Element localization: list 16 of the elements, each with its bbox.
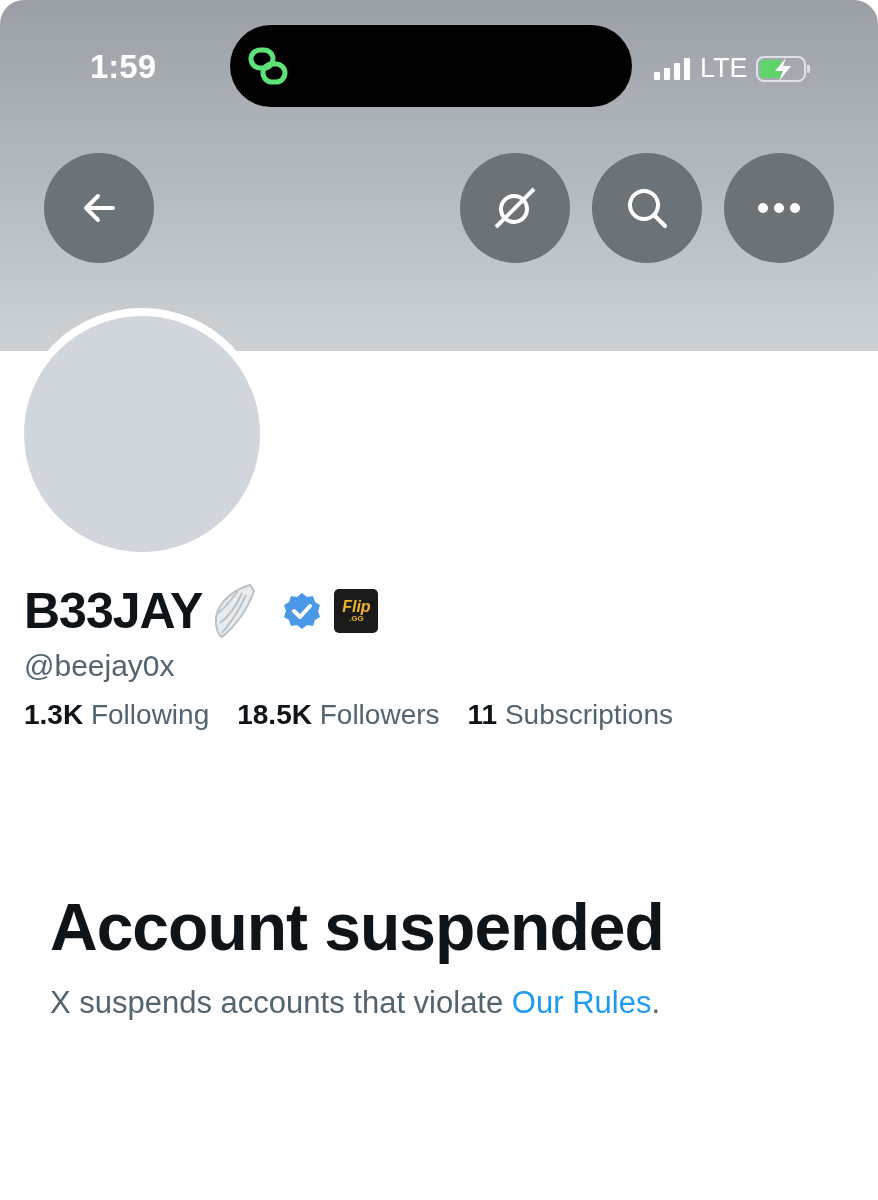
suspension-message: X suspends accounts that violate Our Rules. [50,985,661,1021]
stat-link[interactable]: 11 Subscriptions [467,699,673,731]
status-time: 1:59 [90,48,158,86]
suspended-heading: Account suspended [50,889,665,965]
wing-icon [212,583,257,639]
network-label: LTE [700,53,748,84]
battery-icon [755,55,812,82]
badge-subtitle: .GG [349,615,364,623]
username: @beejay0x [24,649,176,683]
link-icon [248,46,288,86]
signal-icon [654,57,692,80]
stat-link[interactable]: 1.3K Following [24,699,210,731]
more-icon [757,202,801,214]
stat-link[interactable]: 18.5K Followers [237,699,440,731]
badge-title: Flip [342,599,371,615]
display-name: B33JAY [24,582,203,640]
